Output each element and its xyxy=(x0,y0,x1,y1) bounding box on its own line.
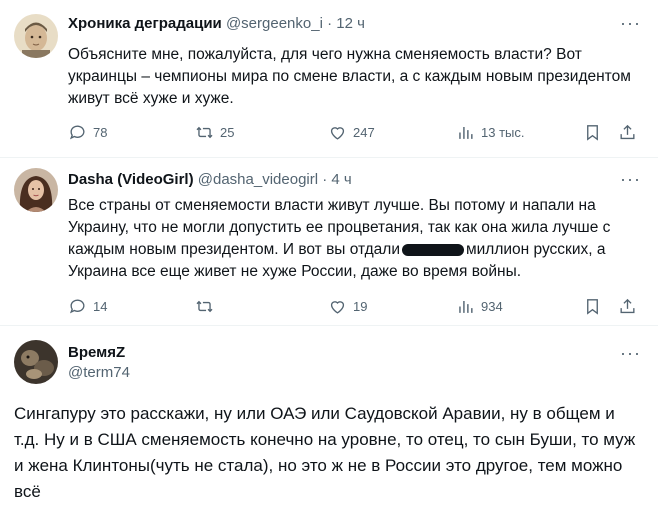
more-options-icon[interactable]: ··· xyxy=(620,344,640,366)
tweet[interactable]: ВремяZ @term74 ··· Сингапуру это расскаж… xyxy=(0,326,658,511)
like-count: 247 xyxy=(353,124,375,140)
display-name[interactable]: ВремяZ xyxy=(68,344,125,361)
retweet-button[interactable] xyxy=(195,294,220,318)
tweet-text: Объясните мне, пожалуйста, для чего нужн… xyxy=(68,46,631,107)
like-count: 19 xyxy=(353,298,368,314)
tweet[interactable]: Хроника деградации @sergeenko_i · 12 ч ·… xyxy=(0,0,658,158)
share-icon xyxy=(620,298,635,313)
like-button[interactable]: 247 xyxy=(328,120,375,144)
heart-icon xyxy=(330,300,345,314)
views-button[interactable]: 934 xyxy=(456,294,503,318)
retweet-icon xyxy=(196,300,213,312)
bookmark-icon xyxy=(587,298,598,315)
reply-count: 14 xyxy=(93,298,108,314)
share-button[interactable] xyxy=(618,120,643,144)
reply-button[interactable]: 78 xyxy=(68,120,107,144)
tweet-actions: 14 19 934 xyxy=(68,294,642,318)
retweet-icon xyxy=(196,126,213,138)
share-icon xyxy=(620,124,635,139)
avatar[interactable] xyxy=(14,168,58,212)
timestamp[interactable]: 12 ч xyxy=(336,15,365,32)
avatar[interactable] xyxy=(14,14,58,58)
retweet-button[interactable]: 25 xyxy=(195,120,234,144)
views-count: 934 xyxy=(481,298,503,314)
tweet-text: Все страны от сменяемости власти живут л… xyxy=(68,195,642,283)
like-button[interactable]: 19 xyxy=(328,294,367,318)
tweet-text: Сингапуру это расскажи, ну или ОАЭ или С… xyxy=(14,404,636,501)
redacted-scribble xyxy=(401,243,464,256)
reply-button[interactable]: 14 xyxy=(68,294,107,318)
user-handle[interactable]: @dasha_videogirl xyxy=(198,171,318,188)
tweet[interactable]: Dasha (VideoGirl) @dasha_videogirl · 4 ч… xyxy=(0,158,658,326)
share-button[interactable] xyxy=(618,294,643,318)
views-button[interactable]: 13 тыс. xyxy=(456,120,524,144)
avatar[interactable] xyxy=(14,340,58,384)
views-icon xyxy=(459,126,473,139)
views-count: 13 тыс. xyxy=(481,124,525,140)
retweet-count: 25 xyxy=(220,124,235,140)
user-handle[interactable]: @sergeenko_i xyxy=(226,15,323,32)
more-options-icon[interactable]: ··· xyxy=(620,14,640,36)
display-name[interactable]: Dasha (VideoGirl) xyxy=(68,171,194,188)
timestamp[interactable]: 4 ч xyxy=(331,171,351,188)
reply-icon xyxy=(69,125,85,139)
heart-icon xyxy=(330,126,345,140)
reply-count: 78 xyxy=(93,124,108,140)
display-name[interactable]: Хроника деградации xyxy=(68,15,222,32)
separator-dot: · xyxy=(322,171,328,188)
tweet-actions: 78 25 247 13 тыс. xyxy=(68,120,642,144)
more-options-icon[interactable]: ··· xyxy=(620,170,640,192)
views-icon xyxy=(459,300,473,313)
separator-dot: · xyxy=(327,15,333,32)
bookmark-icon xyxy=(587,124,598,141)
bookmark-button[interactable] xyxy=(583,294,608,318)
reply-icon xyxy=(69,299,85,313)
user-handle[interactable]: @term74 xyxy=(68,364,130,381)
bookmark-button[interactable] xyxy=(583,120,608,144)
